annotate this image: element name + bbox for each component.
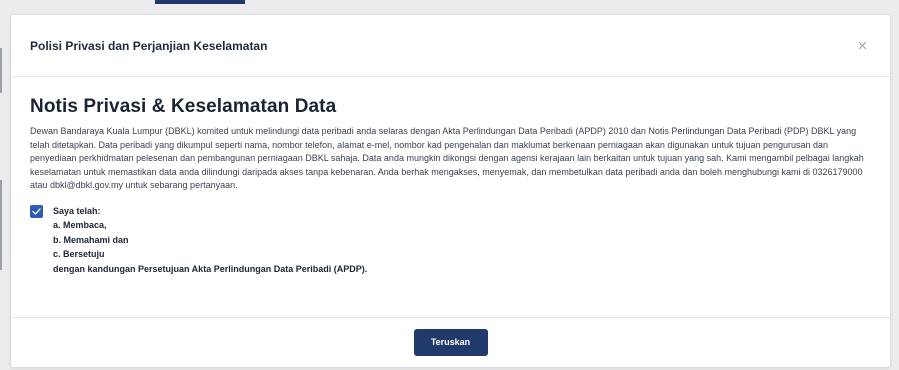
consent-line: Saya telah: (53, 205, 101, 216)
consent-line: dengan kandungan Persetujuan Akta Perlin… (53, 263, 368, 274)
notice-heading: Notis Privasi & Keselamatan Data (30, 96, 337, 117)
backdrop-edge (0, 48, 2, 93)
consent-line: b. Memahami dan (53, 234, 129, 245)
notice-text: Dewan Bandaraya Kuala Lumpur (DBKL) komi… (30, 126, 864, 191)
modal-header: Polisi Privasi dan Perjanjian Keselamata… (11, 15, 890, 77)
modal-title: Polisi Privasi dan Perjanjian Keselamata… (30, 38, 268, 53)
backdrop-tab-indicator (155, 0, 245, 4)
consent-label: Saya telah: a. Membaca, b. Memahami dan … (53, 204, 367, 276)
consent-checkbox[interactable] (30, 204, 43, 218)
page-backdrop: Polisi Privasi dan Perjanjian Keselamata… (0, 0, 899, 370)
check-icon (32, 208, 41, 215)
backdrop-edge (0, 180, 2, 270)
modal-body: Notis Privasi & Keselamatan Data Dewan B… (11, 77, 890, 318)
continue-button[interactable]: Teruskan (413, 328, 488, 356)
consent-section: Saya telah: a. Membaca, b. Memahami dan … (30, 204, 871, 276)
consent-line: c. Bersetuju (53, 249, 105, 260)
privacy-modal: Polisi Privasi dan Perjanjian Keselamata… (10, 14, 891, 368)
modal-footer: Teruskan (11, 318, 890, 366)
consent-line: a. Membaca, (53, 220, 107, 231)
close-icon[interactable] (855, 39, 869, 53)
